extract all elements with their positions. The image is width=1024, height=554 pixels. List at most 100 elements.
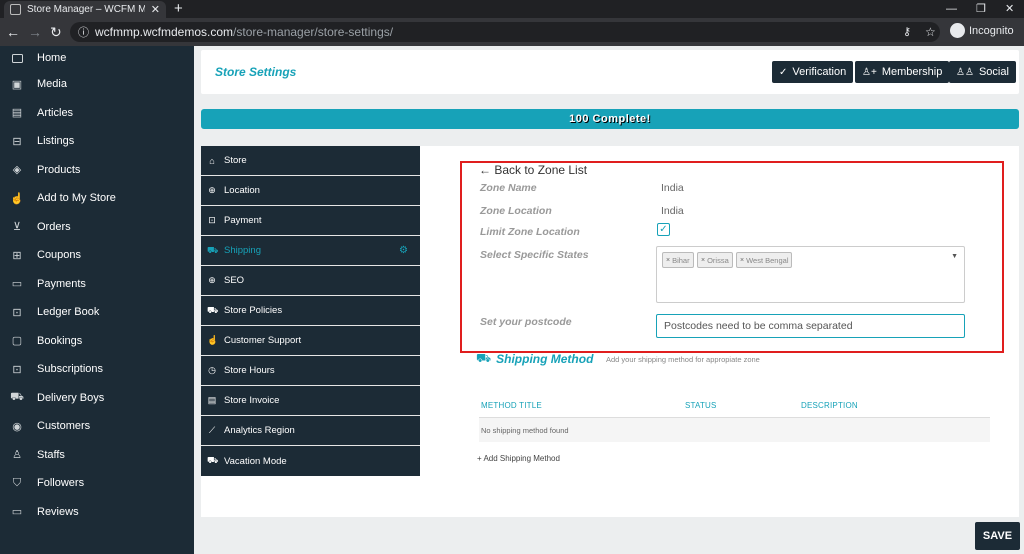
sidebar-item-label: Media (37, 78, 67, 91)
tab-payment[interactable]: ⊡ Payment (201, 206, 420, 236)
tab-store[interactable]: ⌂ Store (201, 146, 420, 176)
column-status: STATUS (685, 401, 717, 410)
state-chip[interactable]: × Orissa (697, 252, 733, 268)
sidebar-item-subscriptions[interactable]: ⊡ Subscriptions (0, 355, 194, 384)
verification-icon: ✓ (779, 66, 788, 78)
limit-zone-location-checkbox[interactable]: ✓ (657, 223, 670, 236)
tab-close-icon[interactable]: ✕ (151, 3, 160, 16)
social-label: Social (978, 66, 1009, 78)
remove-chip-icon[interactable]: × (740, 257, 744, 264)
table-row: No shipping method found (479, 418, 990, 442)
tab-label: Store (224, 155, 247, 166)
social-button[interactable]: ♙♙ Social (949, 61, 1016, 83)
user-plus-icon: ♙+ (862, 66, 877, 78)
sidebar-item-coupons[interactable]: ⊞ Coupons (0, 241, 194, 270)
users-icon: ♙♙ (956, 66, 974, 78)
document-icon: ▤ (11, 107, 23, 120)
sidebar-item-followers[interactable]: ⛉ Followers (0, 469, 194, 498)
sidebar-item-articles[interactable]: ▤ Articles (0, 99, 194, 128)
back-arrow-icon[interactable]: ← (6, 23, 20, 41)
tab-location[interactable]: ⊕ Location (201, 176, 420, 206)
sidebar-item-products[interactable]: ◈ Products (0, 156, 194, 185)
tab-vacation-mode[interactable]: ⛟ Vacation Mode (201, 446, 420, 476)
sidebar-item-bookings[interactable]: ▢ Bookings (0, 327, 194, 356)
incognito-icon (950, 23, 965, 38)
sidebar-item-listings[interactable]: ⊟ Listings (0, 127, 194, 156)
sidebar-item-payments[interactable]: ▭ Payments (0, 270, 194, 299)
sidebar-item-label: Articles (37, 106, 74, 119)
state-chip[interactable]: × Bihar (662, 252, 694, 268)
tab-store-hours[interactable]: ◷ Store Hours (201, 356, 420, 386)
sidebar-item-ledger-book[interactable]: ⊡ Ledger Book (0, 298, 194, 327)
tab-analytics-region[interactable]: ⟋ Analytics Region (201, 416, 420, 446)
tab-customer-support[interactable]: ☝ Customer Support (201, 326, 420, 356)
tab-store-invoice[interactable]: ▤ Store Invoice (201, 386, 420, 416)
invoice-icon: ▤ (207, 395, 217, 405)
reload-icon[interactable]: ↻ (50, 23, 62, 41)
states-multiselect[interactable]: × Bihar × Orissa × West Bengal ▼ (656, 246, 965, 303)
truck-icon: ⛟ (10, 390, 24, 403)
tab-seo[interactable]: ⊕ SEO (201, 266, 420, 296)
membership-button[interactable]: ♙+ Membership (855, 61, 950, 83)
remove-chip-icon[interactable]: × (666, 257, 670, 264)
url-domain: wcfmmp.wcfmdemos.com (95, 25, 234, 39)
new-tab-button[interactable]: + (174, 0, 183, 18)
store-icon: ⌂ (209, 155, 215, 166)
remove-chip-icon[interactable]: × (701, 257, 705, 264)
tab-shipping[interactable]: ⛟ Shipping ⚙ (201, 236, 420, 266)
column-method-title: METHOD TITLE (481, 401, 542, 410)
url-field[interactable]: ⓘ wcfmmp.wcfmdemos.com/store-manager/sto… (70, 22, 940, 42)
shipping-method-hint: Add your shipping method for appropiate … (606, 355, 760, 364)
image-icon: ▣ (11, 78, 23, 91)
sidebar-item-label: Listings (37, 135, 75, 148)
minimize-icon[interactable]: — (946, 0, 957, 18)
limit-zone-location-label: Limit Zone Location (480, 226, 580, 238)
sidebar-item-label: Delivery Boys (37, 391, 105, 404)
key-icon[interactable]: ⚷ (903, 23, 911, 41)
star-icon[interactable]: ☆ (925, 23, 936, 41)
url-text: wcfmmp.wcfmdemos.com/store-manager/store… (95, 25, 393, 39)
user-icon: ♙ (12, 449, 22, 462)
add-shipping-method-link[interactable]: + Add Shipping Method (477, 454, 560, 463)
save-button[interactable]: SAVE (975, 522, 1020, 550)
money-icon: ⊡ (12, 306, 22, 319)
sidebar-item-customers[interactable]: ◉ Customers (0, 412, 194, 441)
sidebar-item-staffs[interactable]: ♙ Staffs (0, 441, 194, 470)
sidebar-item-label: Subscriptions (37, 363, 104, 376)
info-icon[interactable]: ⓘ (78, 24, 89, 40)
state-chip[interactable]: × West Bengal (736, 252, 793, 268)
cube-icon: ◈ (12, 164, 22, 177)
sidebar-item-label: Staffs (37, 448, 65, 461)
state-chip-label: Bihar (672, 255, 690, 265)
tab-label: Customer Support (224, 335, 302, 346)
sidebar-item-home[interactable]: Home (0, 46, 194, 70)
dropdown-caret-icon[interactable]: ▼ (951, 253, 958, 260)
sidebar-item-reviews[interactable]: ▭ Reviews (0, 498, 194, 527)
tab-store-policies[interactable]: ⛟ Store Policies (201, 296, 420, 326)
sidebar-item-add-to-my-store[interactable]: ☝ Add to My Store (0, 184, 194, 213)
sidebar-item-label: Home (37, 52, 67, 64)
truck-icon: ⛟ (207, 304, 219, 315)
sidebar: Home ▣ Media ▤ Articles ⊟ Listings ◈ Product… (0, 46, 194, 554)
thumbs-up-icon: ☝ (207, 335, 219, 345)
back-to-zone-list-link[interactable]: ← Back to Zone List (479, 163, 587, 177)
verification-button[interactable]: ✓ Verification (772, 61, 854, 83)
sidebar-item-label: Reviews (37, 505, 79, 518)
postcode-label: Set your postcode (480, 316, 572, 328)
sidebar-item-label: Products (37, 163, 81, 176)
settings-tabs: ⌂ Store ⊕ Location ⊡ Payment ⛟ Shipping ⚙ ⊕ SE… (201, 146, 420, 476)
browser-tab[interactable]: Store Manager – WCFM Marketp ✕ (4, 1, 166, 18)
sidebar-item-media[interactable]: ▣ Media (0, 70, 194, 99)
postcode-input[interactable] (656, 314, 965, 338)
sidebar-item-orders[interactable]: ⊻ Orders (0, 213, 194, 242)
tab-label: Vacation Mode (224, 455, 287, 467)
url-path: /store-manager/store-settings/ (233, 25, 394, 39)
forward-arrow-icon[interactable]: → (28, 23, 42, 41)
maximize-icon[interactable]: ❐ (976, 0, 986, 18)
sidebar-item-label: Followers (37, 477, 85, 490)
window-close-icon[interactable]: ✕ (1005, 0, 1014, 18)
tab-label: Store Invoice (224, 395, 280, 406)
zone-name-label: Zone Name (480, 182, 537, 194)
incognito-badge[interactable]: Incognito (950, 23, 1014, 38)
sidebar-item-delivery-boys[interactable]: ⛟ Delivery Boys (0, 384, 194, 413)
